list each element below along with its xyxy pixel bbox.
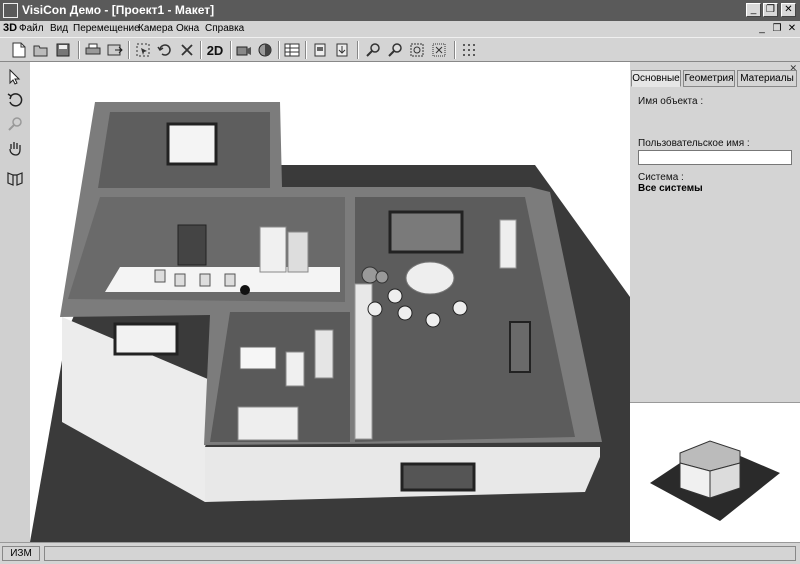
window-left-wall xyxy=(113,322,179,356)
zoom-icon[interactable] xyxy=(6,115,24,133)
tab-materials[interactable]: Материалы xyxy=(737,70,797,87)
user-name-label: Пользовательское имя : xyxy=(638,138,750,149)
user-name-input[interactable] xyxy=(638,150,792,165)
system-value: Все системы xyxy=(638,183,703,194)
render-icon[interactable] xyxy=(256,41,274,59)
mdi-close-button[interactable]: ✕ xyxy=(786,23,798,34)
mdi-restore-button[interactable]: ❐ xyxy=(771,23,783,34)
open-file-icon[interactable] xyxy=(32,41,50,59)
undo-icon[interactable] xyxy=(156,41,174,59)
toolbar-separator xyxy=(454,41,456,59)
close-button[interactable]: ✕ xyxy=(781,3,796,17)
front-wall-window xyxy=(400,462,476,492)
minimap-preview[interactable] xyxy=(630,402,800,543)
pointer-icon[interactable] xyxy=(6,68,24,86)
app-icon xyxy=(3,3,18,18)
minimize-button[interactable]: _ xyxy=(746,3,761,17)
title-bar: VisiCon Демо - [Проект1 - Макет] _ ❐ ✕ xyxy=(0,0,800,21)
properties-panel: ✕ Основные Геометрия Материалы Имя объек… xyxy=(630,62,800,543)
save-icon[interactable] xyxy=(54,41,72,59)
table-grid-icon[interactable] xyxy=(283,41,301,59)
camera-view-icon[interactable] xyxy=(235,41,253,59)
menu-navigation[interactable]: Перемещение xyxy=(73,23,140,34)
zoom-window-icon[interactable] xyxy=(430,41,448,59)
main-toolbar: 2D xyxy=(0,37,800,62)
left-toolbar xyxy=(0,62,31,542)
menu-help[interactable]: Справка xyxy=(205,23,244,34)
zoom-in-icon[interactable] xyxy=(364,41,382,59)
print-icon[interactable] xyxy=(84,41,102,59)
living-shelf xyxy=(499,219,517,269)
restore-button[interactable]: ❐ xyxy=(763,3,778,17)
toolbar-separator xyxy=(278,41,280,59)
living-round-table xyxy=(405,261,455,295)
page-icon[interactable] xyxy=(311,41,329,59)
menu-bar: 3D Файл Вид Перемещение Камера Окна Спра… xyxy=(0,21,800,37)
window-title: VisiCon Демо - [Проект1 - Макет] xyxy=(22,3,215,17)
zoom-out-icon[interactable] xyxy=(386,41,404,59)
page-settings-icon[interactable] xyxy=(333,41,351,59)
living-side-window xyxy=(509,321,531,373)
toolbar-separator xyxy=(128,41,130,59)
3d-viewport[interactable] xyxy=(30,62,630,542)
kitchen-fridge xyxy=(259,226,287,273)
object-name-label: Имя объекта : xyxy=(638,96,704,107)
status-bar: ИЗМ xyxy=(0,542,800,564)
pan-hand-icon[interactable] xyxy=(6,139,24,157)
status-message-area xyxy=(44,546,796,561)
kitchen-stool xyxy=(240,285,250,295)
select-region-icon[interactable] xyxy=(134,41,152,59)
rotate-icon[interactable] xyxy=(6,91,24,109)
toolbar-separator xyxy=(305,41,307,59)
tab-geometry[interactable]: Геометрия xyxy=(683,70,735,87)
bathroom-cabinet xyxy=(314,329,334,379)
new-file-icon[interactable] xyxy=(10,41,28,59)
app-logo-3d: 3D xyxy=(3,22,18,34)
properties-tabs: Основные Геометрия Материалы xyxy=(630,70,800,88)
menu-file[interactable]: Файл xyxy=(19,23,44,34)
export-icon[interactable] xyxy=(106,41,124,59)
bathroom-mirror xyxy=(239,346,277,370)
status-mode: ИЗМ xyxy=(2,546,40,561)
window-small-room xyxy=(166,122,218,166)
delete-icon[interactable] xyxy=(178,41,196,59)
tab-basic[interactable]: Основные xyxy=(631,70,681,87)
toolbar-separator xyxy=(78,41,80,59)
menu-view[interactable]: Вид xyxy=(50,23,68,34)
toolbar-separator xyxy=(357,41,359,59)
mode-2d-button[interactable]: 2D xyxy=(205,41,225,59)
toolbar-separator xyxy=(200,41,202,59)
kitchen-door xyxy=(177,224,207,266)
menu-camera[interactable]: Камера xyxy=(138,23,173,34)
walk-through-icon[interactable] xyxy=(6,169,24,187)
bathroom-sink xyxy=(285,351,305,387)
kitchen-cabinet xyxy=(287,231,309,273)
toolbar-separator xyxy=(230,41,232,59)
bathroom-bathtub xyxy=(237,406,299,441)
system-label: Система : xyxy=(638,172,684,183)
menu-windows[interactable]: Окна xyxy=(176,23,199,34)
living-window xyxy=(388,210,464,254)
zoom-extents-icon[interactable] xyxy=(408,41,426,59)
mdi-minimize-button[interactable]: _ xyxy=(756,23,768,34)
grid-icon[interactable] xyxy=(460,41,478,59)
